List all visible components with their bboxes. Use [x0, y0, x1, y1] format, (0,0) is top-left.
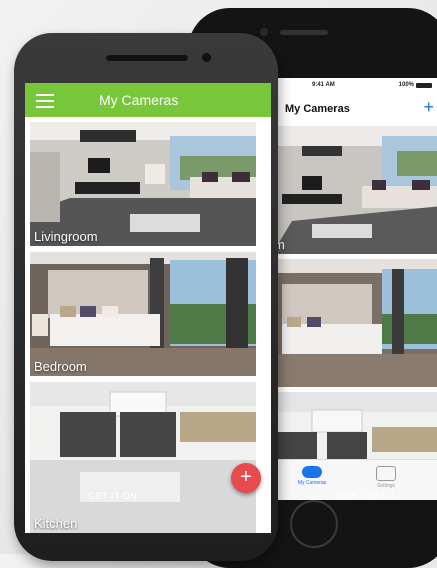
page-title: My Cameras: [99, 92, 179, 108]
settings-icon: [376, 466, 396, 481]
camera-card-livingroom[interactable]: Livingroom: [30, 122, 256, 246]
camera-card-bedroom[interactable]: [272, 259, 437, 387]
camera-label: Bedroom: [34, 359, 87, 374]
livingroom-image: [30, 122, 256, 246]
tab-settings[interactable]: Settings: [356, 466, 416, 489]
iphone-screen: 9:41 AM 100% My Cameras + m My Cameras S…: [272, 78, 437, 500]
android-screen: My Cameras Livingroom Bedroom Kitchen +: [25, 83, 271, 533]
status-bar: 9:41 AM 100%: [272, 78, 437, 94]
page-title: My Cameras: [285, 103, 350, 115]
front-camera: [202, 53, 211, 62]
livingroom-image: [272, 126, 437, 254]
camera-label: Kitchen: [34, 516, 78, 531]
kitchen-image: [30, 382, 256, 533]
cloud-icon: [302, 466, 322, 478]
hamburger-menu-icon[interactable]: [36, 94, 54, 112]
battery-icon: [416, 82, 432, 88]
ios-nav-bar: My Cameras +: [272, 94, 437, 127]
android-device: My Cameras Livingroom Bedroom Kitchen + …: [14, 33, 278, 561]
battery-percent: 100%: [398, 82, 414, 88]
app-store-badge-text[interactable]: Dow l ad o t: [336, 490, 395, 501]
google-play-badge-text[interactable]: GET IT ON: [88, 491, 137, 501]
earpiece: [280, 30, 328, 35]
tab-label: My Cameras: [297, 480, 327, 486]
camera-card-kitchen[interactable]: Kitchen: [30, 382, 256, 533]
battery-indicator: 100%: [399, 82, 432, 88]
status-time: 9:41 AM: [312, 82, 335, 88]
bedroom-image: [272, 259, 437, 387]
home-button[interactable]: [290, 500, 338, 548]
tab-my-cameras[interactable]: My Cameras: [282, 466, 342, 486]
add-camera-button[interactable]: +: [423, 97, 434, 118]
camera-label: Livingroom: [34, 229, 98, 244]
bedroom-image: [30, 252, 256, 376]
camera-list: m: [272, 126, 437, 500]
app-bar: My Cameras: [25, 83, 271, 117]
camera-card-bedroom[interactable]: Bedroom: [30, 252, 256, 376]
front-camera: [260, 28, 268, 36]
earpiece: [106, 55, 188, 61]
add-camera-fab[interactable]: +: [231, 463, 261, 493]
camera-card-livingroom[interactable]: m: [272, 126, 437, 254]
tab-label: Settings: [376, 483, 396, 489]
